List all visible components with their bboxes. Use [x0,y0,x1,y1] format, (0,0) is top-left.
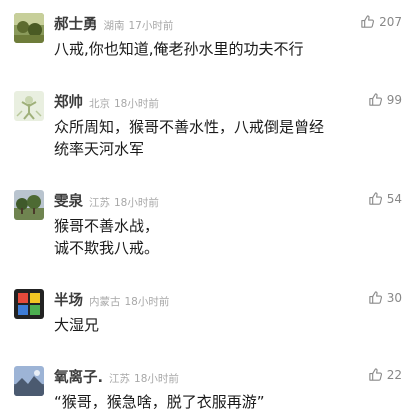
thumbs-up-icon [369,291,382,304]
avatar-trees-icon [14,190,44,220]
avatar-sky-icon [14,366,44,396]
username[interactable]: 氧离子. [54,366,103,387]
timestamp: 18小时前 [124,296,170,308]
avatar[interactable] [14,190,44,220]
thumbs-up-icon [369,192,382,205]
username[interactable]: 郑帅 [54,91,83,112]
like-count: 99 [386,92,402,107]
like-count: 22 [386,367,402,382]
like-button[interactable]: 207 [360,14,402,29]
location: 江苏 [89,197,110,209]
like-count: 54 [386,191,402,206]
timestamp: 18小时前 [114,197,159,209]
like-button[interactable]: 30 [368,290,402,305]
comment-text: 八戒,你也知道,俺老孙水里的功夫不行 [54,40,304,58]
timestamp: 17小时前 [128,20,174,32]
like-button[interactable]: 22 [368,367,402,382]
timestamp: 18小时前 [134,373,179,385]
avatar-figure-icon [14,91,44,121]
avatar[interactable] [14,366,44,396]
like-count: 30 [386,290,402,305]
comment-text: 大湿兄 [54,316,100,334]
thumbs-up-icon [369,93,382,106]
comment-text: 众所周知，猴哥不善水性，八戒倒是曾经统率天河水军 [54,118,325,158]
comment-header: 郝士勇 湖南 17小时前 [54,13,173,33]
avatar[interactable] [14,13,44,43]
avatar-landscape-icon [14,13,44,43]
thumbs-up-icon [369,368,382,381]
location: 北京 [89,98,110,110]
username[interactable]: 半场 [54,289,83,310]
like-button[interactable]: 54 [368,191,402,206]
thumbs-up-icon [361,15,375,28]
like-button[interactable]: 99 [368,92,402,107]
comment-header: 郑帅 北京 18小时前 [54,91,159,111]
username[interactable]: 雯泉 [54,190,83,211]
username[interactable]: 郝士勇 [54,13,98,34]
avatar[interactable] [14,289,44,319]
avatar-colorblocks-icon [14,289,44,319]
comment-header: 雯泉 江苏 18小时前 [54,190,159,210]
timestamp: 18小时前 [114,98,159,110]
location: 湖南 [103,20,125,32]
avatar[interactable] [14,91,44,121]
comment-text: 猴哥不善水战， 诚不欺我八戒。 [54,217,160,257]
like-count: 207 [379,14,402,29]
comment-header: 氧离子. 江苏 18小时前 [54,366,179,386]
location: 江苏 [109,373,131,385]
location: 内蒙古 [89,296,121,308]
comment-text: “猴哥，猴急啥，脱了衣服再游” [54,393,265,411]
comment-header: 半场 内蒙古 18小时前 [54,289,169,309]
